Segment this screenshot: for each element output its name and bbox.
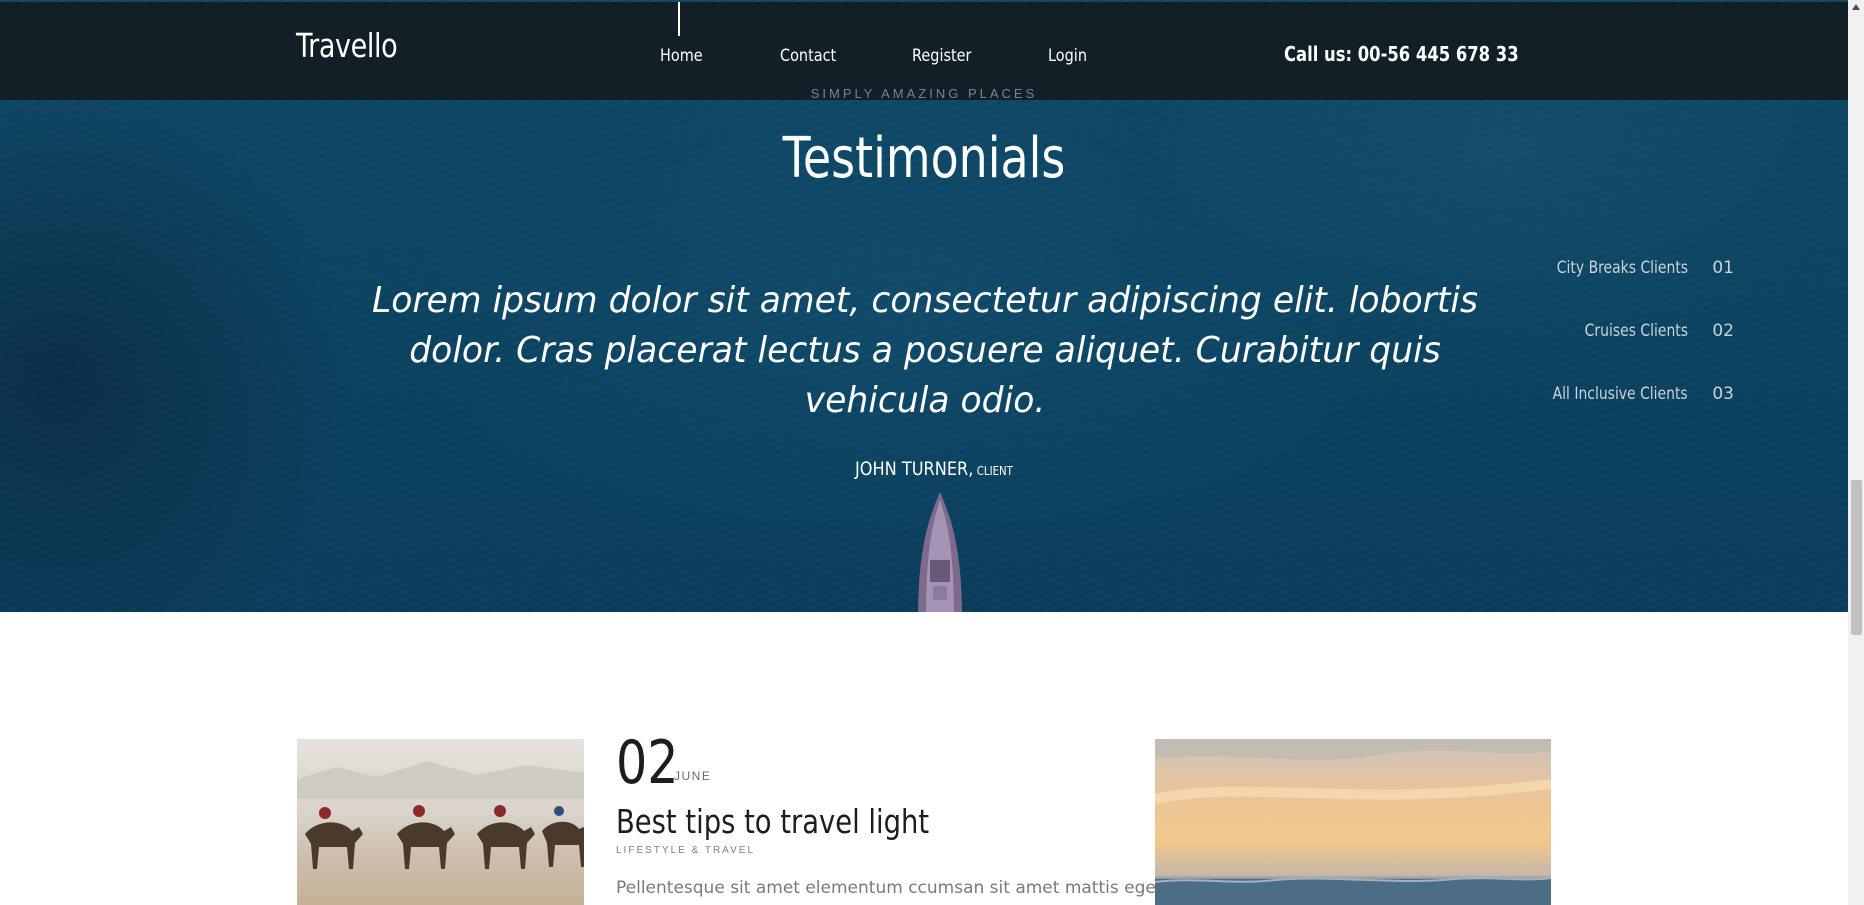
tab-label: All Inclusive Clients — [1552, 383, 1688, 404]
site-logo[interactable]: Travello — [296, 26, 398, 65]
scroll-up-arrow-icon[interactable] — [1852, 4, 1860, 10]
author-role: CLIENT — [976, 464, 1013, 478]
main-nav: Home Contact Register Login — [660, 46, 1158, 66]
nav-register[interactable]: Register — [912, 46, 977, 66]
tab-label: Cruises Clients — [1584, 320, 1688, 341]
post-date-day: 02 — [616, 728, 679, 798]
nav-contact[interactable]: Contact — [780, 46, 841, 66]
boat-image — [918, 492, 962, 612]
section-title: Testimonials — [782, 126, 1066, 191]
tab-number: 02 — [1712, 320, 1734, 341]
scrollbar-thumb[interactable] — [1851, 480, 1862, 635]
post-excerpt: Pellentesque sit amet elementum ccumsan … — [616, 878, 1168, 898]
tab-all-inclusive[interactable]: All Inclusive Clients 03 — [1523, 362, 1734, 425]
camel-caravan-illustration — [297, 761, 584, 869]
tab-number: 03 — [1712, 383, 1734, 404]
sunset-sea-illustration — [1155, 739, 1551, 905]
tab-number: 01 — [1712, 257, 1734, 278]
tab-city-breaks[interactable]: City Breaks Clients 01 — [1523, 236, 1734, 299]
post-category[interactable]: LIFESTYLE & TRAVEL — [616, 845, 755, 856]
nav-home[interactable]: Home — [660, 46, 711, 66]
testimonial-author: JOHN TURNER, CLIENT — [855, 458, 1013, 480]
tab-cruises[interactable]: Cruises Clients 02 — [1523, 299, 1734, 362]
active-nav-indicator — [678, 2, 680, 36]
page-scrollbar[interactable] — [1848, 0, 1864, 905]
post-title[interactable]: Best tips to travel light — [616, 802, 929, 841]
post-image-camels[interactable] — [297, 739, 584, 905]
section-kicker: SIMPLY AMAZING PLACES — [810, 86, 1038, 101]
post-image-sunset[interactable] — [1155, 739, 1551, 905]
testimonial-tabs: City Breaks Clients 01 Cruises Clients 0… — [1523, 236, 1734, 425]
author-name: JOHN TURNER, — [855, 458, 974, 480]
phone-callout[interactable]: Call us: 00-56 445 678 33 — [1284, 42, 1519, 66]
testimonial-quote: Lorem ipsum dolor sit amet, consectetur … — [371, 280, 1479, 421]
tab-label: City Breaks Clients — [1556, 257, 1688, 278]
nav-login[interactable]: Login — [1048, 46, 1091, 66]
post-date-month: JUNE — [674, 769, 712, 783]
